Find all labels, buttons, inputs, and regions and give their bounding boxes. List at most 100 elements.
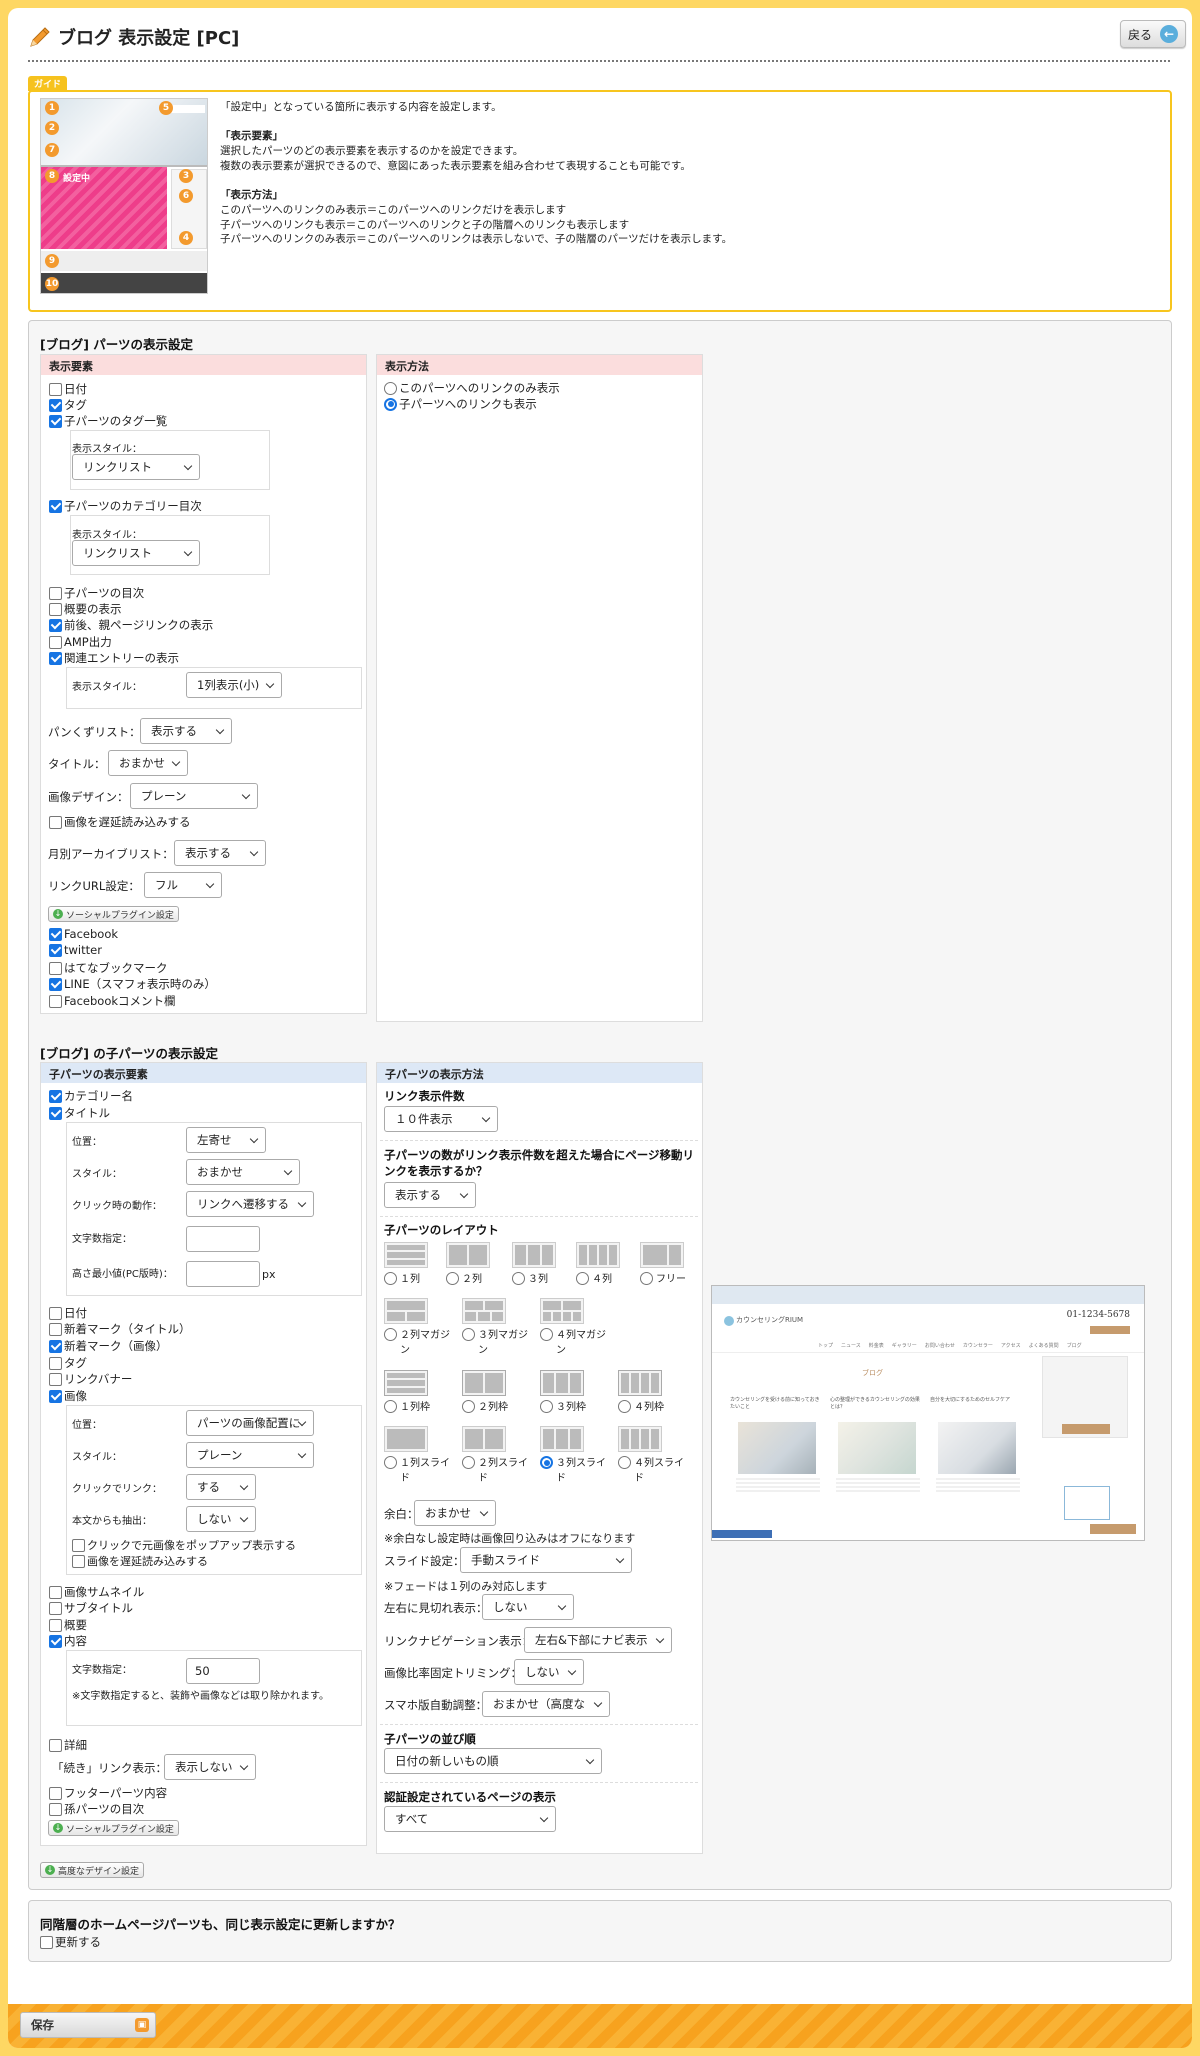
monthly-archive-select[interactable]: 表示する (174, 840, 266, 866)
slide-select[interactable]: 手動スライド (460, 1547, 632, 1573)
layout-4slide-option[interactable]: ４列スライド (618, 1456, 692, 1486)
child-social-plugin-button[interactable]: ↓ ソーシャルプラグイン設定 (48, 1820, 179, 1836)
title-min-height-input[interactable] (186, 1261, 260, 1287)
parts-related-option[interactable]: 関連エントリーの表示 (49, 650, 179, 666)
method-link-only-option[interactable]: このパーツへのリンクのみ表示 (384, 380, 560, 396)
hatena-checkbox[interactable] (49, 961, 62, 975)
layout-2frame-option[interactable]: ２列枠 (462, 1400, 508, 1415)
child-subtitle-option[interactable]: サブタイトル (49, 1600, 133, 1616)
breadcrumb-select[interactable]: 表示する (140, 718, 232, 744)
layout-4col-option[interactable]: ４列 (576, 1272, 612, 1287)
title-click-select[interactable]: リンクへ遷移する (186, 1191, 314, 1217)
child-grandchild-checkbox[interactable] (49, 1802, 62, 1816)
layout-1col-option[interactable]: １列 (384, 1272, 420, 1287)
save-button[interactable]: 保存 ▣ (20, 2012, 156, 2038)
method-include-children-radio[interactable] (384, 397, 397, 411)
parts-tag-checkbox[interactable] (49, 398, 62, 412)
layout-free-radio[interactable] (640, 1272, 653, 1285)
link-count-select[interactable]: １０件表示 (384, 1106, 498, 1132)
child-image-checkbox[interactable] (49, 1389, 62, 1403)
layout-3mag-option[interactable]: ３列マガジン (462, 1328, 536, 1358)
title-char-input[interactable] (186, 1226, 260, 1252)
twitter-option[interactable]: twitter (49, 943, 102, 957)
layout-4slide-radio[interactable] (618, 1456, 631, 1469)
advanced-design-button[interactable]: ↓ 高度なデザイン設定 (40, 1862, 145, 1878)
image-position-select[interactable]: パーツの画像配置に (186, 1410, 314, 1436)
fb-comment-option[interactable]: Facebookコメント欄 (49, 993, 176, 1009)
layout-3slide-option[interactable]: ３列スライド (540, 1456, 614, 1486)
image-design-select[interactable]: プレーン (130, 783, 258, 809)
parts-lazy-option[interactable]: 画像を遅延読み込みする (49, 814, 191, 830)
image-lazy-checkbox[interactable] (72, 1554, 85, 1568)
layout-3col-option[interactable]: ３列 (512, 1272, 548, 1287)
layout-1col-radio[interactable] (384, 1272, 397, 1285)
child-category-option[interactable]: カテゴリー名 (49, 1088, 133, 1104)
child-new-image-checkbox[interactable] (49, 1339, 62, 1353)
layout-free-option[interactable]: フリー (640, 1272, 686, 1287)
auth-select[interactable]: すべて (384, 1806, 556, 1832)
parts-date-checkbox[interactable] (49, 382, 62, 396)
image-lazy-option[interactable]: 画像を遅延読み込みする (72, 1553, 208, 1569)
back-button[interactable]: 戻る ← (1120, 20, 1186, 48)
child-content-checkbox[interactable] (49, 1634, 62, 1648)
tag-list-style-select[interactable]: リンクリスト (72, 454, 200, 480)
layout-1slide-radio[interactable] (384, 1456, 397, 1469)
parts-tag-list-option[interactable]: 子パーツのタグ一覧 (49, 413, 167, 429)
layout-4mag-radio[interactable] (540, 1328, 553, 1341)
layout-1slide-option[interactable]: １列スライド (384, 1456, 458, 1486)
facebook-checkbox[interactable] (49, 927, 62, 941)
parts-prev-next-checkbox[interactable] (49, 618, 62, 632)
fb-comment-checkbox[interactable] (49, 994, 62, 1008)
sync-update-checkbox[interactable] (40, 1935, 53, 1949)
parts-prev-next-option[interactable]: 前後、親ページリンクの表示 (49, 617, 213, 633)
child-new-title-checkbox[interactable] (49, 1322, 62, 1336)
child-content-option[interactable]: 内容 (49, 1633, 87, 1649)
child-tag-checkbox[interactable] (49, 1356, 62, 1370)
order-select[interactable]: 日付の新しいもの順 (384, 1748, 602, 1774)
title-position-select[interactable]: 左寄せ (186, 1127, 266, 1153)
child-new-title-option[interactable]: 新着マーク（タイトル） (49, 1321, 191, 1337)
layout-3frame-option[interactable]: ３列枠 (540, 1400, 586, 1415)
layout-1frame-option[interactable]: １列枠 (384, 1400, 430, 1415)
parts-date-option[interactable]: 日付 (49, 381, 87, 397)
child-link-banner-option[interactable]: リンクバナー (49, 1371, 132, 1387)
image-style-select[interactable]: プレーン (186, 1442, 314, 1468)
layout-2slide-option[interactable]: ２列スライド (462, 1456, 536, 1486)
layout-3mag-radio[interactable] (462, 1328, 475, 1341)
layout-4frame-option[interactable]: ４列枠 (618, 1400, 664, 1415)
layout-3col-radio[interactable] (512, 1272, 525, 1285)
line-option[interactable]: LINE（スマフォ表示時のみ） (49, 976, 216, 992)
parts-toc-option[interactable]: 子パーツの目次 (49, 585, 144, 601)
layout-2col-option[interactable]: ２列 (446, 1272, 482, 1287)
twitter-checkbox[interactable] (49, 943, 62, 957)
image-popup-option[interactable]: クリックで元画像をポップアップ表示する (72, 1537, 296, 1553)
child-thumbnail-option[interactable]: 画像サムネイル (49, 1584, 144, 1600)
child-footer-checkbox[interactable] (49, 1786, 62, 1800)
method-link-only-radio[interactable] (384, 381, 397, 395)
method-include-children-option[interactable]: 子パーツへのリンクも表示 (384, 396, 537, 412)
layout-4frame-radio[interactable] (618, 1400, 631, 1413)
child-summary-checkbox[interactable] (49, 1618, 62, 1632)
margin-select[interactable]: おまかせ (414, 1500, 496, 1526)
child-date-checkbox[interactable] (49, 1306, 62, 1320)
layout-2frame-radio[interactable] (462, 1400, 475, 1413)
image-extract-select[interactable]: しない (186, 1506, 256, 1532)
child-category-checkbox[interactable] (49, 1089, 62, 1103)
parts-category-toc-checkbox[interactable] (49, 499, 62, 513)
layout-2mag-radio[interactable] (384, 1328, 397, 1341)
ratio-select[interactable]: しない (514, 1659, 584, 1685)
link-nav-select[interactable]: 左右&下部にナビ表示 (524, 1627, 672, 1653)
parts-toc-checkbox[interactable] (49, 586, 62, 600)
child-date-option[interactable]: 日付 (49, 1305, 87, 1321)
link-url-select[interactable]: フル (144, 872, 222, 898)
layout-2mag-option[interactable]: ２列マガジン (384, 1328, 458, 1358)
social-plugin-button[interactable]: ↓ ソーシャルプラグイン設定 (48, 906, 179, 922)
sp-adjust-select[interactable]: おまかせ（高度な (482, 1691, 610, 1717)
parts-summary-option[interactable]: 概要の表示 (49, 601, 122, 617)
child-subtitle-checkbox[interactable] (49, 1601, 62, 1615)
line-checkbox[interactable] (49, 977, 62, 991)
parts-related-checkbox[interactable] (49, 651, 62, 665)
facebook-option[interactable]: Facebook (49, 927, 118, 941)
category-toc-style-select[interactable]: リンクリスト (72, 540, 200, 566)
layout-4mag-option[interactable]: ４列マガジン (540, 1328, 614, 1358)
